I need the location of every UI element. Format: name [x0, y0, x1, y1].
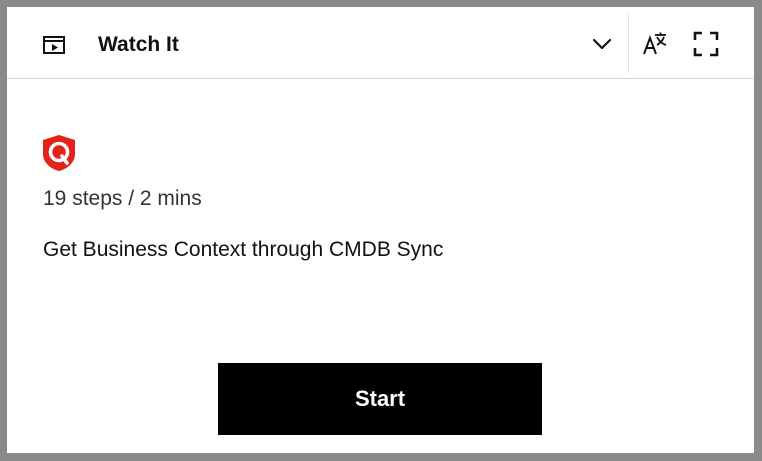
start-button[interactable]: Start: [218, 363, 542, 435]
watch-it-panel: Watch It 19 steps / 2 mins Get Business …: [7, 7, 754, 453]
guide-title: Get Business Context through CMDB Sync: [43, 238, 444, 261]
header-divider: [628, 13, 629, 73]
video-play-icon: [43, 36, 65, 54]
qualys-logo: [43, 135, 75, 171]
panel-title: Watch It: [98, 33, 179, 56]
panel-header: Watch It: [7, 7, 754, 79]
window-frame: Watch It 19 steps / 2 mins Get Business …: [0, 0, 762, 461]
translate-icon[interactable]: [642, 31, 668, 57]
chevron-down-icon[interactable]: [591, 35, 613, 53]
guide-meta: 19 steps / 2 mins: [43, 187, 202, 210]
fullscreen-icon[interactable]: [693, 31, 719, 57]
